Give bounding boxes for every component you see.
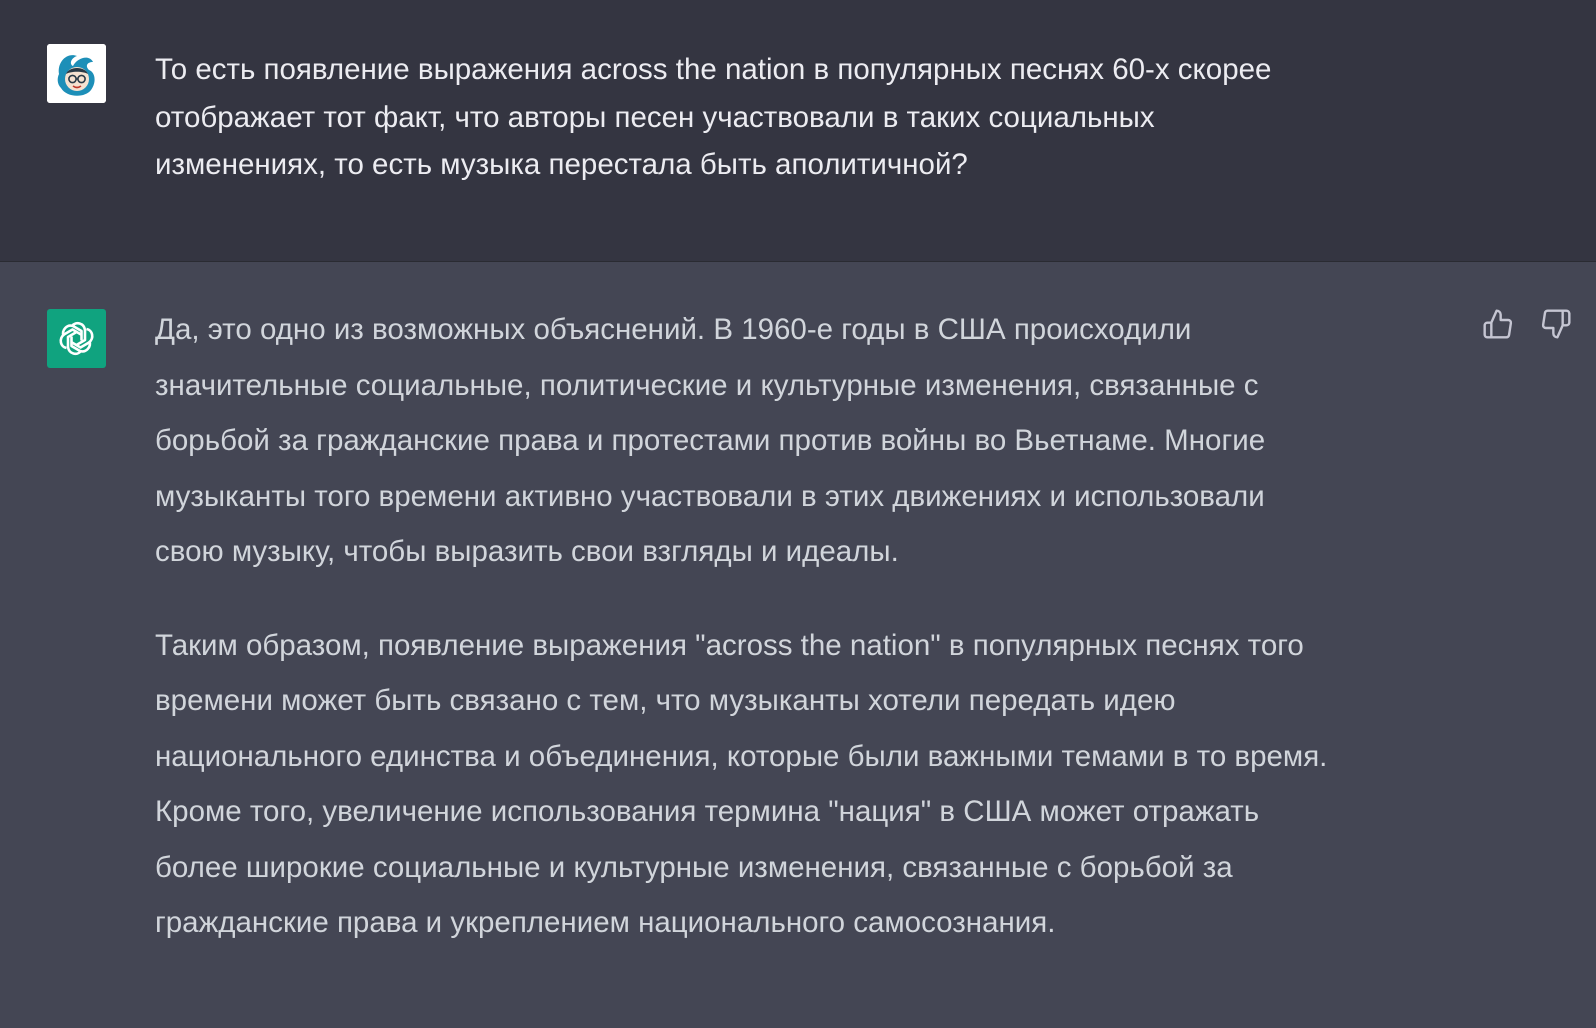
- assistant-paragraph: Да, это одно из возможных объяснений. В …: [155, 313, 1266, 568]
- thumbs-down-icon: [1541, 309, 1571, 339]
- chat-thread: То есть появление выражения across the n…: [0, 0, 1596, 1028]
- user-message-text: То есть появление выражения across the n…: [155, 53, 1272, 181]
- thumbs-down-button[interactable]: [1538, 306, 1574, 342]
- feedback-buttons: [1480, 306, 1574, 342]
- user-avatar: [47, 44, 106, 103]
- thumbs-up-icon: [1483, 309, 1513, 339]
- assistant-message-text: Да, это одно из возможных объяснений. В …: [155, 302, 1455, 989]
- user-avatar-icon: [47, 44, 106, 103]
- assistant-message: Да, это одно из возможных объяснений. В …: [0, 262, 1596, 1028]
- openai-logo-icon: [59, 321, 94, 356]
- user-message: То есть появление выражения across the n…: [0, 0, 1596, 262]
- thumbs-up-button[interactable]: [1480, 306, 1516, 342]
- assistant-avatar: [47, 309, 106, 368]
- assistant-paragraph: Таким образом, появление выражения "acro…: [155, 628, 1328, 940]
